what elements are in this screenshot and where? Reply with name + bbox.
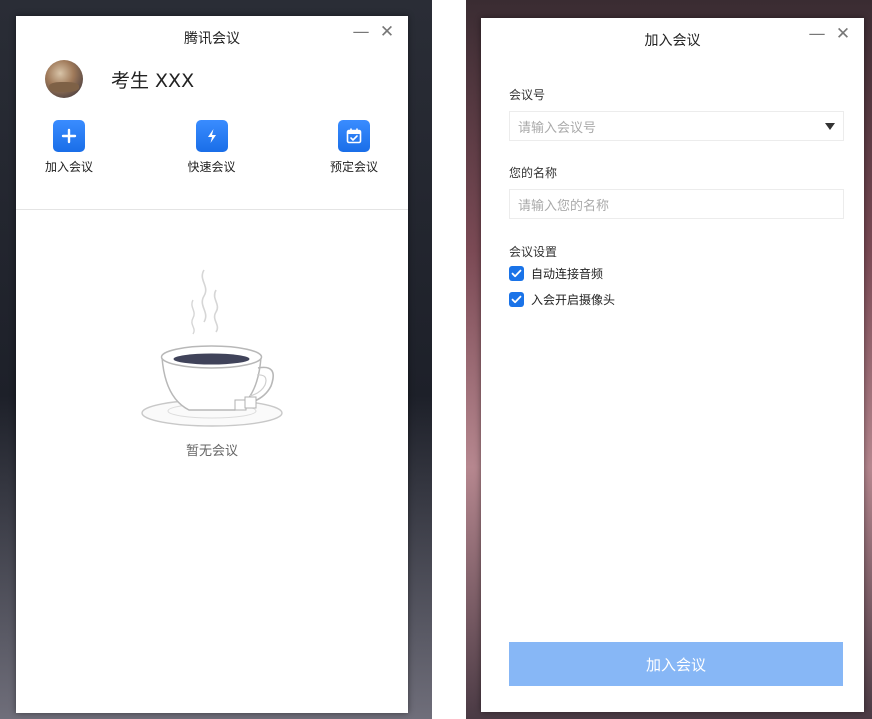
meeting-id-input[interactable]: 请输入会议号 bbox=[509, 111, 844, 141]
user-name: 考生 XXX bbox=[111, 69, 195, 92]
empty-state-label: 暂无会议 bbox=[185, 444, 238, 459]
camera-on-label: 入会开启摄像头 bbox=[531, 293, 616, 307]
title-bar: 腾讯会议 — ✕ bbox=[16, 16, 408, 56]
quick-meeting-label: 快速会议 bbox=[187, 160, 236, 174]
avatar[interactable] bbox=[45, 60, 83, 98]
close-button[interactable]: ✕ bbox=[832, 24, 854, 44]
meeting-id-label: 会议号 bbox=[509, 88, 546, 102]
plus-icon bbox=[53, 120, 85, 152]
checkmark-icon bbox=[511, 295, 522, 304]
minimize-button[interactable]: — bbox=[350, 22, 372, 42]
name-placeholder: 请输入您的名称 bbox=[518, 198, 610, 214]
schedule-meeting-button[interactable]: 预定会议 bbox=[319, 120, 389, 175]
join-meeting-dialog: 加入会议 — ✕ 会议号 请输入会议号 您的名称 请输入您的名称 会议设置 自动… bbox=[481, 18, 864, 712]
action-bar: 加入会议 快速会议 预定会议 bbox=[34, 120, 389, 175]
camera-on-checkbox[interactable] bbox=[509, 292, 524, 307]
checkmark-icon bbox=[511, 269, 522, 278]
meeting-settings-label: 会议设置 bbox=[509, 245, 558, 259]
chevron-down-icon[interactable] bbox=[825, 123, 835, 130]
camera-on-option[interactable]: 入会开启摄像头 bbox=[509, 291, 615, 308]
minimize-button[interactable]: — bbox=[806, 24, 828, 44]
user-profile[interactable]: 考生 XXX bbox=[45, 59, 194, 99]
calendar-icon bbox=[338, 120, 370, 152]
name-input[interactable]: 请输入您的名称 bbox=[509, 189, 844, 219]
name-label: 您的名称 bbox=[509, 166, 558, 180]
join-meeting-label: 加入会议 bbox=[44, 160, 93, 174]
auto-audio-label: 自动连接音频 bbox=[531, 267, 604, 281]
background-gap bbox=[432, 0, 466, 719]
auto-audio-option[interactable]: 自动连接音频 bbox=[509, 265, 603, 282]
quick-meeting-button[interactable]: 快速会议 bbox=[177, 120, 247, 175]
join-meeting-submit-button[interactable]: 加入会议 bbox=[509, 642, 843, 686]
auto-audio-checkbox[interactable] bbox=[509, 266, 524, 281]
main-window: 腾讯会议 — ✕ 考生 XXX 加入会议 快速会议 预定会议 暂无会议 bbox=[16, 16, 408, 713]
join-meeting-button[interactable]: 加入会议 bbox=[34, 120, 104, 175]
title-bar: 加入会议 — ✕ bbox=[481, 18, 864, 58]
coffee-cup-icon bbox=[141, 269, 283, 427]
divider bbox=[16, 209, 408, 210]
empty-state: 暂无会议 bbox=[16, 260, 408, 459]
lightning-icon bbox=[195, 120, 228, 152]
close-button[interactable]: ✕ bbox=[376, 22, 398, 42]
schedule-meeting-label: 预定会议 bbox=[329, 160, 378, 174]
meeting-id-placeholder: 请输入会议号 bbox=[518, 120, 597, 136]
